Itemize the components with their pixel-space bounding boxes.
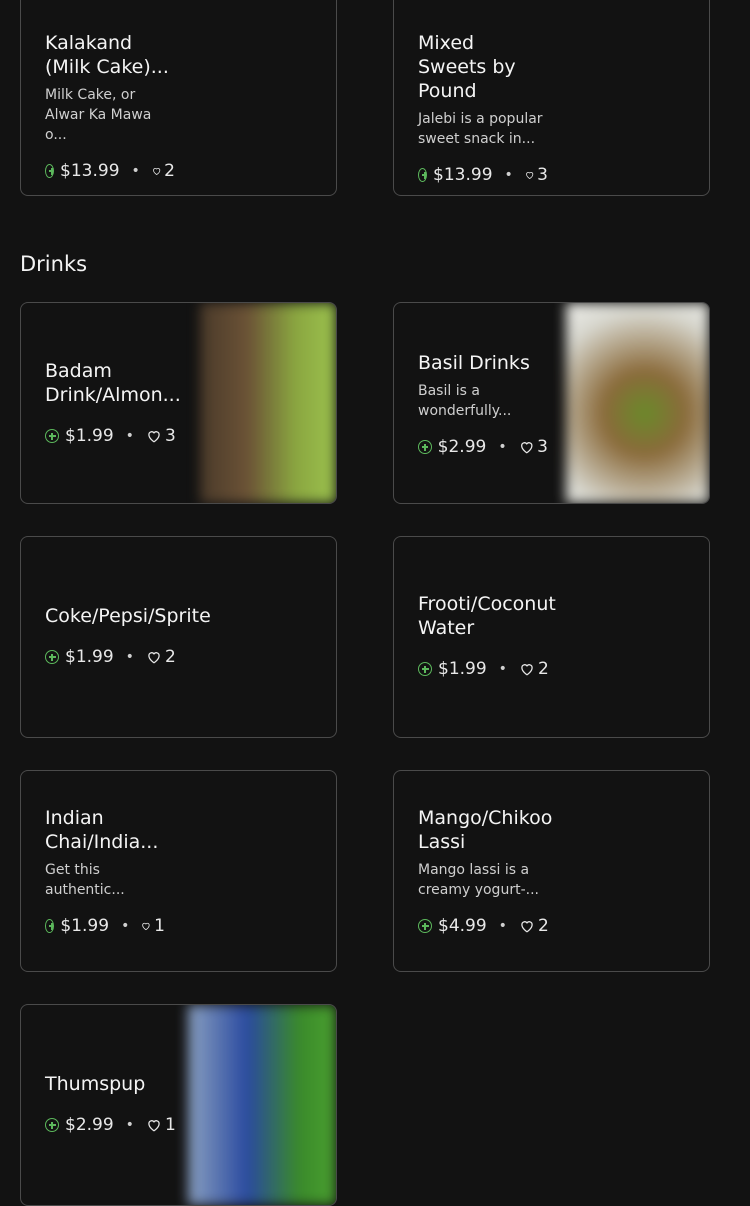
like-count: 2 (164, 647, 176, 667)
like-count: 3 (537, 165, 548, 185)
item-title: Thumspup (45, 1073, 146, 1095)
menu-item-card[interactable]: Mixed Sweets by Pound Jalebi is a popula… (393, 0, 710, 196)
separator-dot: • (504, 167, 513, 183)
heart-icon[interactable] (146, 1118, 162, 1132)
separator-dot: • (498, 918, 507, 934)
item-price: $1.99 (60, 916, 110, 936)
item-meta: $13.99 • 2 (45, 161, 175, 181)
item-title: Coke/Pepsi/Sprite (45, 605, 211, 627)
item-title: Mixed Sweets by Pound (418, 32, 516, 102)
item-title: Badam Drink/Almon... (45, 360, 181, 406)
separator-dot: • (498, 661, 507, 677)
item-price: $1.99 (65, 647, 114, 667)
like-count: 2 (537, 659, 549, 679)
add-circle-icon[interactable] (418, 440, 432, 454)
add-circle-icon[interactable] (418, 919, 432, 933)
menu-item-card[interactable]: Badam Drink/Almon... $1.99 • 3 (20, 302, 337, 504)
menu-item-card[interactable]: Mango/Chikoo Lassi Mango lassi is a crea… (393, 770, 710, 972)
item-description: Jalebi is a popular sweet snack in... (418, 111, 543, 147)
menu-item-card[interactable]: Frooti/Coconut Water $1.99 • 2 (393, 536, 710, 738)
item-price: $13.99 (433, 165, 493, 185)
separator-dot: • (125, 649, 134, 665)
section-heading: Drinks (20, 252, 88, 276)
item-description: Get this authentic... (45, 862, 125, 898)
separator-dot: • (131, 163, 140, 179)
item-meta: $2.99 • 1 (45, 1115, 195, 1135)
menu-item-card[interactable]: Kalakand (Milk Cake)... Milk Cake, or Al… (20, 0, 337, 196)
item-description: Mango lassi is a creamy yogurt-... (418, 862, 539, 898)
like-count: 2 (537, 916, 549, 936)
like-count: 3 (537, 437, 548, 457)
item-title: Indian Chai/India... (45, 807, 159, 853)
item-photo[interactable] (566, 303, 709, 503)
item-description: Basil is a wonderfully... (418, 383, 512, 419)
menu-item-card[interactable]: Thumspup $2.99 • 1 (20, 1004, 337, 1206)
item-title: Kalakand (Milk Cake)... (45, 32, 169, 78)
heart-icon[interactable] (146, 650, 162, 664)
add-circle-icon[interactable] (418, 662, 432, 676)
add-circle-icon[interactable] (45, 164, 55, 178)
item-photo[interactable] (200, 303, 336, 503)
item-meta: $2.99 • 3 (418, 437, 548, 457)
item-meta: $13.99 • 3 (418, 165, 548, 185)
like-count: 2 (164, 161, 175, 181)
item-price: $2.99 (437, 437, 487, 457)
heart-icon[interactable] (146, 429, 162, 443)
like-count: 1 (154, 916, 165, 936)
add-circle-icon[interactable] (45, 650, 59, 664)
heart-icon[interactable] (519, 662, 535, 676)
item-meta: $1.99 • 3 (45, 426, 177, 446)
separator-dot: • (121, 918, 130, 934)
heart-icon[interactable] (519, 919, 535, 933)
item-title: Basil Drinks (418, 352, 530, 374)
item-price: $2.99 (65, 1115, 114, 1135)
separator-dot: • (125, 1117, 134, 1133)
add-circle-icon[interactable] (45, 429, 59, 443)
item-meta: $1.99 • 2 (45, 647, 325, 667)
like-count: 3 (164, 426, 176, 446)
add-circle-icon[interactable] (45, 919, 55, 933)
heart-icon[interactable] (141, 919, 151, 933)
heart-icon[interactable] (519, 440, 535, 454)
item-description: Milk Cake, or Alwar Ka Mawa o... (45, 87, 152, 143)
item-price: $4.99 (438, 916, 487, 936)
add-circle-icon[interactable] (45, 1118, 59, 1132)
menu-item-card[interactable]: Basil Drinks Basil is a wonderfully... $… (393, 302, 710, 504)
item-meta: $4.99 • 2 (418, 916, 563, 936)
item-title: Mango/Chikoo Lassi (418, 807, 553, 853)
like-count: 1 (164, 1115, 176, 1135)
heart-icon[interactable] (525, 168, 534, 182)
separator-dot: • (498, 439, 507, 455)
add-circle-icon[interactable] (418, 168, 428, 182)
menu-item-card[interactable]: Indian Chai/India... Get this authentic.… (20, 770, 337, 972)
item-meta: $1.99 • 1 (45, 916, 165, 936)
item-price: $1.99 (438, 659, 487, 679)
item-photo[interactable] (188, 1005, 336, 1205)
item-title: Frooti/Coconut Water (418, 593, 556, 639)
item-price: $13.99 (60, 161, 120, 181)
menu-item-card[interactable]: Coke/Pepsi/Sprite $1.99 • 2 (20, 536, 337, 738)
separator-dot: • (125, 428, 134, 444)
item-price: $1.99 (65, 426, 114, 446)
item-meta: $1.99 • 2 (418, 659, 568, 679)
heart-icon[interactable] (152, 164, 161, 178)
